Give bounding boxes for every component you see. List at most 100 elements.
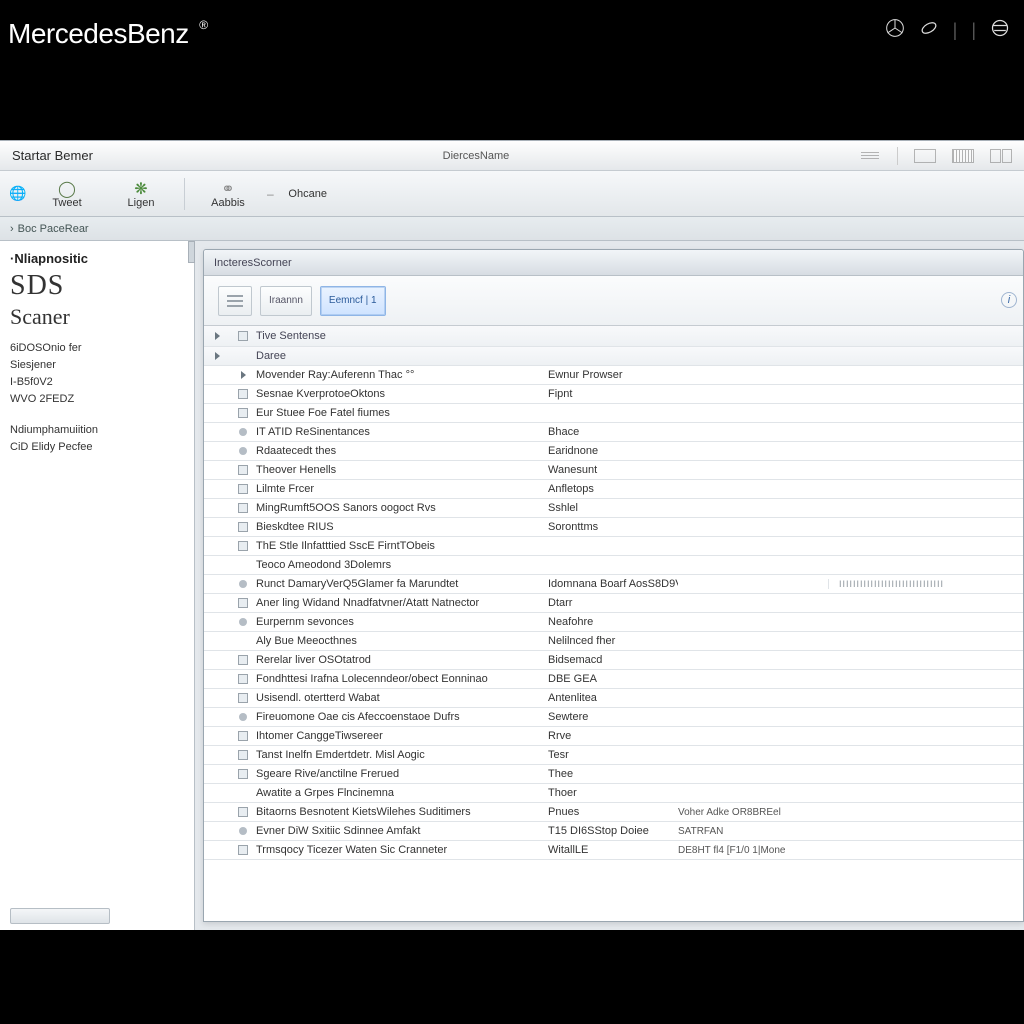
sidebar-meta: WVO 2FEDZ [10,391,184,408]
row-value: Dtarr [548,597,678,609]
section-label: Tive Sentense [256,330,548,342]
table-row[interactable]: Bitaorns Besnotent KietsWilehes Suditime… [204,803,1023,822]
mb-star-icon [885,18,905,43]
inner-toolbar: Iraannn Eemncf | 1 i [204,276,1023,326]
row-name: Eur Stuee Foe Fatel fiumes [256,407,548,419]
table-row[interactable]: Rerelar liver OSOtatrodBidsemacd [204,651,1023,670]
checkbox-icon [238,503,248,513]
toolbar-ohcane-button[interactable]: Ohcane [278,174,338,214]
grid-section-header[interactable]: Daree [204,347,1023,366]
breadcrumb[interactable]: › Boc PaceRear [0,217,1024,241]
table-row[interactable]: MingRumft5OOS Sanors oogoct RvsSshlel [204,499,1023,518]
table-row[interactable]: Evner DiW Sxitiic Sdinnee AmfaktT15 DI6S… [204,822,1023,841]
row-value: DBE GEA [548,673,678,685]
table-row[interactable]: Aly Bue MeeocthnesNelilnced fher [204,632,1023,651]
checkbox-icon [238,674,248,684]
toolbar-label: Tweet [52,197,81,209]
row-value: WitallLE [548,844,678,856]
toolbar-dash: – [267,187,274,201]
table-row[interactable]: Theover HenellsWanesunt [204,461,1023,480]
row-name: Movender Ray:Auferenn Thac °° [256,369,548,381]
brand-wordmark: MercedesBenz ® [8,18,208,51]
table-row[interactable]: Eur Stuee Foe Fatel fiumes [204,404,1023,423]
table-row[interactable]: Ihtomer CanggeTiwsereerRrve [204,727,1023,746]
menu-icon[interactable] [859,149,881,163]
table-row[interactable]: Tanst Inelfn Emdertdetr. Misl AogicTesr [204,746,1023,765]
table-row[interactable]: Trmsqocy Ticezer Waten Sic CranneterWita… [204,841,1023,860]
sidebar-widget[interactable] [10,908,110,924]
checkbox-icon [238,769,248,779]
row-name: Theover Henells [256,464,548,476]
table-row[interactable]: Usisendl. otertterd WabatAntenlitea [204,689,1023,708]
brand-banner: MercedesBenz ® | | [0,0,1024,140]
table-row[interactable]: Eurpernm sevoncesNeafohre [204,613,1023,632]
table-row[interactable]: Bieskdtee RIUSSoronttms [204,518,1023,537]
table-row[interactable]: ThE Stle Ilnfatttied SscE FirntTObeis [204,537,1023,556]
toolbar-aabbis-button[interactable]: ⚭ Aabbis [193,174,263,214]
sidebar-meta: 6iDOSOnio fer [10,340,184,357]
list-view-button[interactable] [218,286,252,316]
inner-tab-1[interactable]: Iraannn [260,286,312,316]
row-name: Trmsqocy Ticezer Waten Sic Cranneter [256,844,548,856]
toolbar-globe-icon[interactable]: 🌐 [8,174,28,214]
bullet-icon [239,618,247,626]
row-extra: DE8HT fl4 [F1/0 1|Mone [678,845,828,856]
row-side: IIIIIIIIIIIIIIIIIIIIIIIIIIIIII [828,579,1023,589]
table-row[interactable]: Runct DamaryVerQ5Glamer fa MarundtetIdom… [204,575,1023,594]
toolbar-label: Aabbis [211,197,245,209]
body-area: ·Nliapnositic SDS Scaner 6iDOSOnio fer S… [0,241,1024,930]
checkbox-icon [238,408,248,418]
table-row[interactable]: Awatite a Grpes FlncinemnaThoer [204,784,1023,803]
expand-icon [215,332,220,340]
row-value: Fipnt [548,388,678,400]
toolbar-tweet-button[interactable]: ◯ Tweet [32,174,102,214]
globe-icon[interactable] [990,18,1010,43]
table-row[interactable]: Sgeare Rive/anctilne FreruedThee [204,765,1023,784]
grid-section-header[interactable]: Tive Sentense [204,326,1023,347]
checkbox-icon [238,750,248,760]
toolbar-ligen-button[interactable]: ❋ Ligen [106,174,176,214]
pen-icon[interactable] [919,18,939,43]
row-value: Bidsemacd [548,654,678,666]
row-extra: SATRFAN [678,826,828,837]
row-name: ThE Stle Ilnfatttied SscE FirntTObeis [256,540,548,552]
info-icon[interactable]: i [1001,292,1017,308]
brand-registered: ® [199,18,207,32]
bullet-icon [239,827,247,835]
row-name: Bieskdtee RIUS [256,521,548,533]
toolbar-label: Ohcane [288,188,327,200]
row-name: Sgeare Rive/anctilne Frerued [256,768,548,780]
table-row[interactable]: Movender Ray:Auferenn Thac °°Ewnur Prows… [204,366,1023,385]
table-row[interactable]: IT ATID ReSinentancesBhace [204,423,1023,442]
sidebar-collapse-grip[interactable] [188,241,195,263]
row-name: Awatite a Grpes Flncinemna [256,787,548,799]
snow-icon: ❋ [134,179,147,197]
inner-window: IncteresScorner Iraannn Eemncf | 1 i Tiv… [203,249,1024,922]
brand-text: MercedesBenz [8,18,189,49]
divider [897,147,898,165]
row-value: T15 DI6SStop Doiee [548,825,678,837]
table-row[interactable]: Sesnae KverprotoeOktonsFipnt [204,385,1023,404]
checkbox-icon [238,807,248,817]
inner-tab-2-active[interactable]: Eemncf | 1 [320,286,386,316]
row-name: Lilmte Frcer [256,483,548,495]
row-value: Sshlel [548,502,678,514]
divider: | [953,20,958,41]
table-row[interactable]: Fondhttesi Irafna Lolecenndeor/obect Eon… [204,670,1023,689]
breadcrumb-text: Boc PaceRear [18,223,89,235]
row-name: Fondhttesi Irafna Lolecenndeor/obect Eon… [256,673,548,685]
keyboard-icon[interactable] [952,149,974,163]
arrow-icon [241,371,246,379]
sidebar-title-2: Scaner [10,304,184,330]
table-row[interactable]: Teoco Ameodond 3Dolemrs [204,556,1023,575]
table-row[interactable]: Rdaatecedt thesEaridnone [204,442,1023,461]
layout-icon[interactable] [990,149,1012,163]
table-row[interactable]: Aner ling Widand Nnadfatvner/Atatt Natne… [204,594,1023,613]
row-value: Idomnana Boarf AosS8D9Vitee [548,578,678,590]
app-window: Startar Bemer DiercesName 🌐 ◯ Tweet ❋ Li… [0,140,1024,930]
row-name: Sesnae KverprotoeOktons [256,388,548,400]
table-row[interactable]: Lilmte FrcerAnfletops [204,480,1023,499]
window-icon[interactable] [914,149,936,163]
table-row[interactable]: Fireuomone Oae cis Afeccoenstaoe DufrsSe… [204,708,1023,727]
app-titlebar: Startar Bemer DiercesName [0,141,1024,171]
